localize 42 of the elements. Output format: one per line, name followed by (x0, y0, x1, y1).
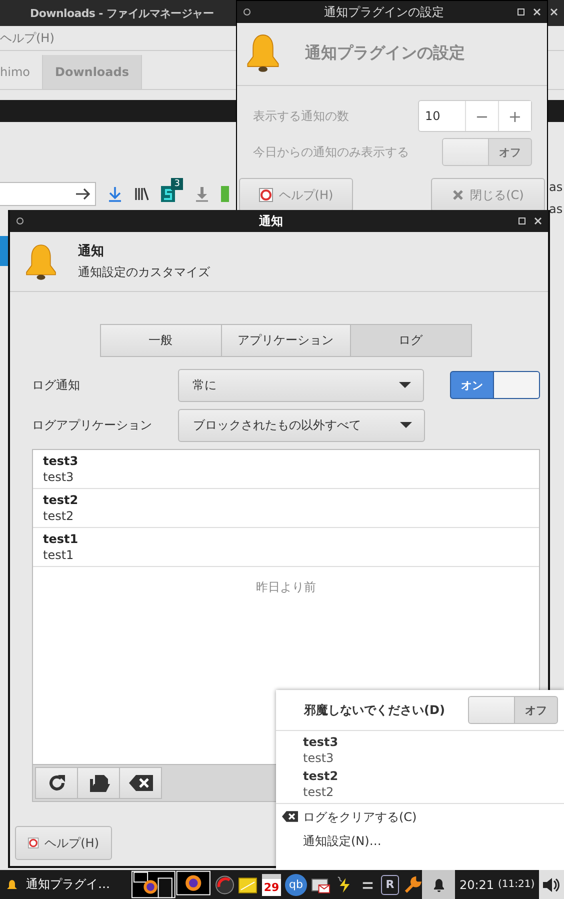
toggle-switch[interactable]: オフ (468, 696, 558, 724)
notification-title: test3 (303, 735, 340, 749)
log-label: ログ通知 (32, 376, 81, 394)
help-button[interactable]: ヘルプ(H) (15, 826, 112, 860)
clock-time[interactable]: 20:21 (459, 878, 494, 892)
r-icon[interactable]: R (381, 874, 399, 894)
dialog-heading: 通知 (78, 243, 105, 260)
log-apps-label: ログアプリケーション (32, 416, 153, 434)
entry-text: test3 (43, 470, 75, 484)
notification-text: test3 (303, 751, 335, 765)
entry-title: test1 (43, 532, 80, 546)
calendar-icon[interactable]: 29 (262, 874, 282, 896)
do-not-disturb-label: 邪魔しないでください(D) (304, 702, 445, 718)
clear-log-item[interactable]: ログをクリアする(C) (303, 808, 417, 826)
window-title: Downloads - ファイルマネージャー (30, 6, 214, 20)
dialog-subtitle: 通知設定のカスタマイズ (78, 264, 210, 281)
torrent-icon[interactable]: qb (285, 874, 307, 896)
today-only-label: 今日からの通知のみ表示する (253, 144, 409, 160)
notification-text: test2 (303, 785, 335, 799)
menu-item[interactable]: ヘルプ(H) (0, 30, 54, 46)
apps-dropdown[interactable]: ブロックされたもの以外すべて (178, 408, 425, 442)
window-title: 通知 (258, 212, 284, 230)
date-separator: 昨日より前 (256, 579, 316, 596)
count-badge: 3 (171, 178, 183, 190)
log-dropdown[interactable]: 常に (178, 368, 424, 402)
tab[interactable]: 一般 (100, 324, 222, 357)
cut-text: as (549, 202, 563, 216)
entry-text: test1 (43, 548, 75, 562)
notification-title: test2 (303, 769, 340, 783)
cut-text: as (549, 180, 563, 194)
count-label: 表示する通知の数 (253, 108, 349, 124)
entry-title: test2 (43, 493, 80, 507)
toggle-switch[interactable]: オン (450, 371, 540, 399)
clock-alt-time[interactable]: (11:21) (498, 879, 535, 890)
entry-text: test2 (43, 509, 75, 523)
window-title: 通知プラグインの設定 (323, 4, 445, 20)
tab[interactable]: ログ (350, 324, 472, 357)
tab[interactable]: アプリケーション (220, 324, 350, 357)
task-button[interactable]: 通知プラグイ… (0, 876, 123, 893)
dialog-heading: 通知プラグインの設定 (305, 42, 465, 64)
settings-item[interactable]: 通知設定(N)… (303, 832, 382, 850)
entry-title: test3 (43, 454, 80, 468)
